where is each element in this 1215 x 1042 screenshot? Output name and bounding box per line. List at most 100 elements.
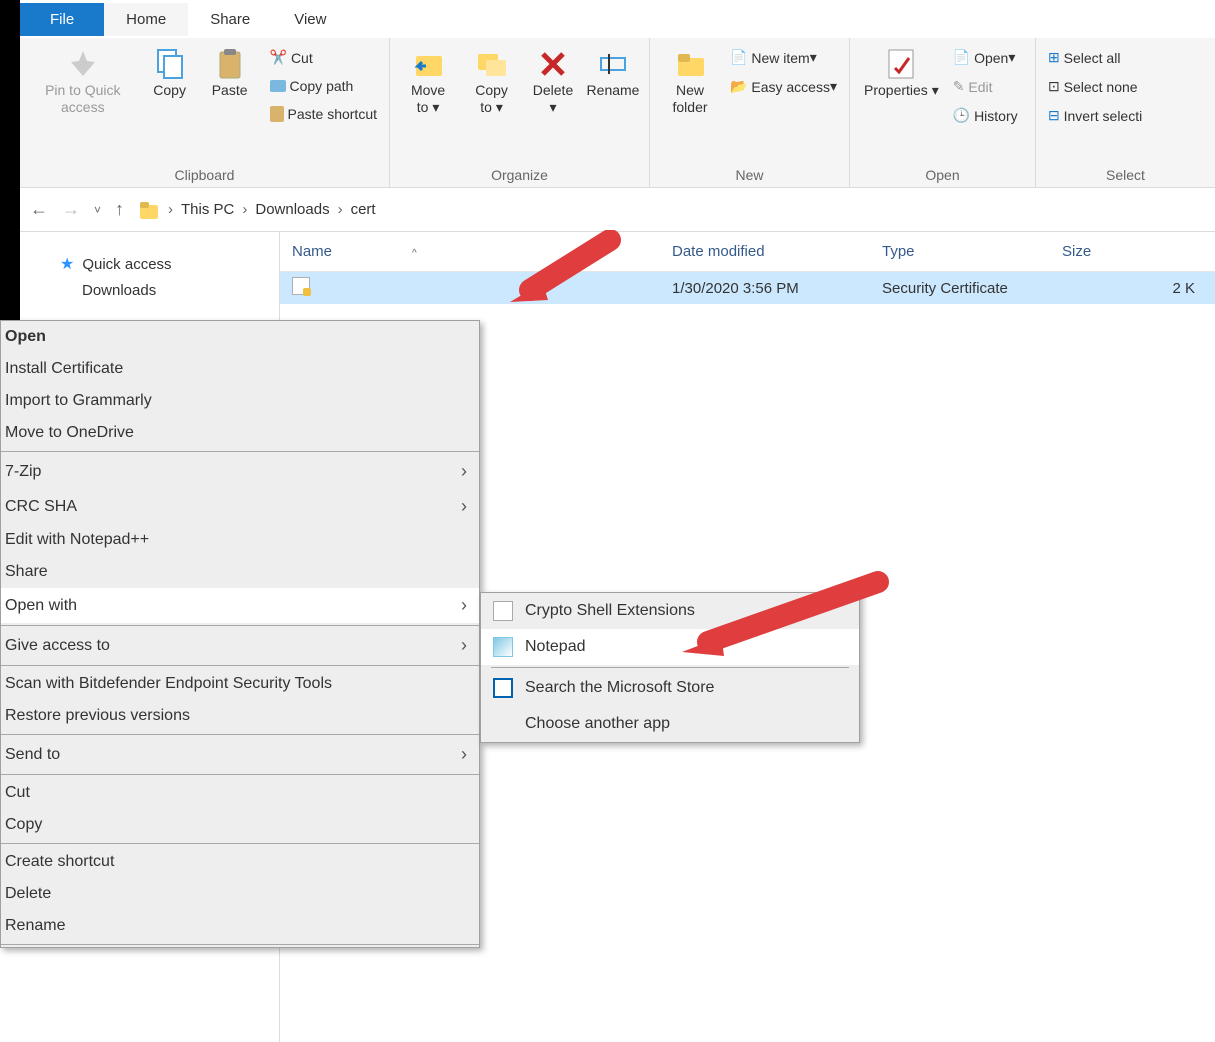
recent-button[interactable]: ˅ xyxy=(94,203,101,217)
new-item-button[interactable]: 📄 New item ▾ xyxy=(724,46,843,69)
column-name[interactable]: Name^ xyxy=(280,243,660,260)
blank-icon xyxy=(493,714,513,734)
ctx-share[interactable]: Share xyxy=(1,556,479,588)
new-item-icon: 📄 xyxy=(730,49,747,66)
crumb-cert[interactable]: cert xyxy=(351,201,376,218)
organize-group-label: Organize xyxy=(396,164,643,185)
context-menu: Open Install Certificate Import to Gramm… xyxy=(0,320,480,948)
ctx-copy[interactable]: Copy xyxy=(1,809,479,841)
ctx-crc-sha[interactable]: CRC SHA› xyxy=(1,489,479,524)
paste-label: Paste xyxy=(212,82,248,99)
file-name-cell xyxy=(280,277,660,299)
ctx-open-with[interactable]: Open with› xyxy=(1,588,479,623)
ctx-restore-versions[interactable]: Restore previous versions xyxy=(1,700,479,732)
downloads-label: Downloads xyxy=(82,282,156,299)
tab-file[interactable]: File xyxy=(20,3,104,36)
separator xyxy=(1,843,479,844)
ctx-import-grammarly[interactable]: Import to Grammarly xyxy=(1,385,479,417)
invert-selection-button[interactable]: ⊟ Invert selecti xyxy=(1042,104,1148,127)
up-button[interactable]: ↑ xyxy=(115,199,124,220)
separator xyxy=(491,667,849,668)
sub-crypto-shell[interactable]: Crypto Shell Extensions xyxy=(481,593,859,629)
move-to-button[interactable]: Move to ▾ xyxy=(396,42,460,120)
history-button[interactable]: 🕒 History xyxy=(947,104,1024,127)
chevron-right-icon: › xyxy=(461,635,467,656)
ctx-7zip[interactable]: 7-Zip› xyxy=(1,454,479,489)
paste-shortcut-button[interactable]: Paste shortcut xyxy=(264,103,383,125)
file-date-cell: 1/30/2020 3:56 PM xyxy=(660,280,870,297)
ctx-give-access[interactable]: Give access to› xyxy=(1,628,479,663)
copy-path-button[interactable]: Copy path xyxy=(264,75,383,97)
column-date[interactable]: Date modified xyxy=(660,243,870,260)
edit-icon: ✎ xyxy=(953,78,965,95)
delete-button[interactable]: Delete ▾ xyxy=(523,42,583,120)
copy-to-button[interactable]: Copy to ▾ xyxy=(460,42,523,120)
copy-path-label: Copy path xyxy=(290,78,354,94)
new-folder-button[interactable]: New folder xyxy=(656,42,724,120)
ctx-delete[interactable]: Delete xyxy=(1,878,479,910)
pin-icon xyxy=(65,46,101,82)
chevron-right-icon: › xyxy=(461,744,467,765)
copy-label: Copy xyxy=(153,82,186,99)
select-none-button[interactable]: ⊡ Select none xyxy=(1042,75,1148,98)
cut-button[interactable]: ✂️ Cut xyxy=(264,46,383,69)
paste-button[interactable]: Paste xyxy=(200,42,260,103)
sub-choose-another[interactable]: Choose another app xyxy=(481,706,859,742)
crumb-this-pc[interactable]: This PC xyxy=(181,201,234,218)
sidebar-downloads[interactable]: Downloads xyxy=(60,278,279,303)
sub-notepad[interactable]: Notepad xyxy=(481,629,859,665)
tab-home[interactable]: Home xyxy=(104,3,188,36)
path-icon xyxy=(270,80,286,92)
easy-access-icon: 📂 xyxy=(730,78,747,95)
ctx-rename[interactable]: Rename xyxy=(1,910,479,942)
ctx-edit-notepad-plus[interactable]: Edit with Notepad++ xyxy=(1,524,479,556)
file-row-selected[interactable]: 1/30/2020 3:56 PM Security Certificate 2… xyxy=(280,272,1215,304)
ctx-scan-bitdefender[interactable]: Scan with Bitdefender Endpoint Security … xyxy=(1,668,479,700)
separator xyxy=(1,774,479,775)
file-icon xyxy=(493,601,513,621)
select-none-icon: ⊡ xyxy=(1048,78,1060,95)
cut-label: Cut xyxy=(291,50,313,66)
select-none-label: Select none xyxy=(1064,79,1138,95)
edit-button[interactable]: ✎ Edit xyxy=(947,75,1024,98)
forward-button[interactable]: → xyxy=(62,199,80,220)
tab-share[interactable]: Share xyxy=(188,3,272,36)
invert-icon: ⊟ xyxy=(1048,107,1060,124)
ctx-send-to[interactable]: Send to› xyxy=(1,737,479,772)
sidebar-quick-access[interactable]: ★ Quick access xyxy=(60,250,279,278)
window-edge xyxy=(0,0,20,320)
column-type[interactable]: Type xyxy=(870,243,1050,260)
shortcut-icon xyxy=(270,106,284,122)
ctx-open[interactable]: Open xyxy=(1,321,479,353)
easy-access-button[interactable]: 📂 Easy access ▾ xyxy=(724,75,843,98)
tab-view[interactable]: View xyxy=(272,3,348,36)
easy-access-label: Easy access xyxy=(751,79,830,95)
copy-button[interactable]: Copy xyxy=(140,42,200,103)
back-button[interactable]: ← xyxy=(30,199,48,220)
select-all-label: Select all xyxy=(1064,50,1121,66)
delete-label: Delete xyxy=(533,82,573,98)
chevron-right-icon: › xyxy=(168,201,173,218)
ctx-cut[interactable]: Cut xyxy=(1,777,479,809)
copy-to-icon xyxy=(474,46,510,82)
history-label: History xyxy=(974,108,1018,124)
copy-to-label: Copy to xyxy=(475,82,508,115)
sub-search-store[interactable]: Search the Microsoft Store xyxy=(481,670,859,706)
new-item-label: New item xyxy=(751,50,809,66)
pin-quick-access-button[interactable]: Pin to Quick access xyxy=(26,42,140,120)
crumb-downloads[interactable]: Downloads xyxy=(255,201,329,218)
ctx-install-certificate[interactable]: Install Certificate xyxy=(1,353,479,385)
ribbon-tabs: File Home Share View xyxy=(20,0,1215,38)
select-all-button[interactable]: ⊞ Select all xyxy=(1042,46,1148,69)
quick-access-label: Quick access xyxy=(82,256,171,273)
column-size[interactable]: Size xyxy=(1050,243,1215,260)
properties-button[interactable]: Properties ▾ xyxy=(856,42,947,103)
ctx-move-onedrive[interactable]: Move to OneDrive xyxy=(1,417,479,449)
ctx-create-shortcut[interactable]: Create shortcut xyxy=(1,846,479,878)
breadcrumb[interactable]: › This PC › Downloads › cert xyxy=(138,199,376,221)
delete-icon xyxy=(535,46,571,82)
file-size-cell: 2 K xyxy=(1050,280,1215,297)
open-button[interactable]: 📄 Open ▾ xyxy=(947,46,1024,69)
rename-button[interactable]: Rename xyxy=(583,42,643,103)
edit-label: Edit xyxy=(968,79,992,95)
